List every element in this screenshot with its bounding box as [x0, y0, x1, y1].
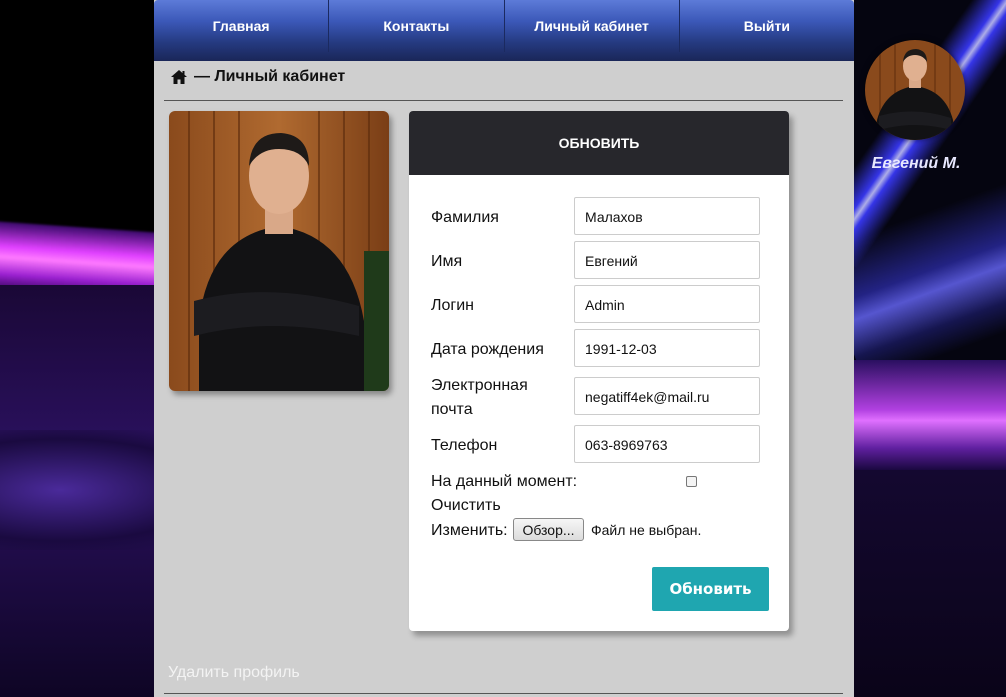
breadcrumb-label: — Личный кабинет [194, 68, 346, 85]
first-name-field[interactable]: Евгений [574, 241, 760, 279]
user-name[interactable]: Евгений М. [860, 155, 972, 173]
birth-date-label: Дата рождения [431, 341, 544, 358]
login-field[interactable]: Admin [574, 285, 760, 323]
profile-photo [169, 111, 389, 391]
last-name-field[interactable]: Малахов [574, 197, 760, 235]
breadcrumb: — Личный кабинет [170, 68, 345, 86]
login-label: Логин [431, 297, 475, 314]
clear-label: Очистить [431, 497, 501, 514]
main-panel: Главная Контакты Личный кабинет Выйти — … [154, 0, 854, 697]
card-title: ОБНОВИТЬ [409, 111, 789, 175]
last-name-label: Фамилия [431, 209, 499, 226]
first-name-label: Имя [431, 253, 463, 270]
email-field[interactable]: negatiff4ek@mail.ru [574, 377, 760, 415]
divider [164, 100, 843, 101]
browse-button[interactable]: Обзор... [513, 518, 584, 541]
home-icon[interactable] [170, 69, 188, 85]
phone-label: Телефон [431, 437, 498, 454]
email-label: Электронная почта [431, 377, 528, 418]
delete-profile-link[interactable]: Удалить профиль [168, 664, 300, 682]
file-status: Файл не выбран. [591, 522, 702, 538]
update-button[interactable]: Обновить [652, 567, 769, 611]
phone-field[interactable]: 063-8969763 [574, 425, 760, 463]
clear-checkbox[interactable] [686, 476, 697, 487]
nav-item-account[interactable]: Личный кабинет [505, 0, 680, 52]
nav-item-contacts[interactable]: Контакты [329, 0, 505, 52]
side-user [865, 40, 965, 140]
update-card: ОБНОВИТЬ Фамилия Малахов Имя Евгений Лог… [409, 111, 789, 631]
avatar[interactable] [865, 40, 965, 140]
bottom-divider [164, 693, 843, 694]
background-left [0, 0, 154, 697]
change-label: Изменить: [431, 522, 508, 539]
nav-item-logout[interactable]: Выйти [680, 0, 854, 52]
current-photo-label: На данный момент: [431, 473, 578, 490]
nav-item-home[interactable]: Главная [154, 0, 330, 52]
birth-date-field[interactable]: 1991-12-03 [574, 329, 760, 367]
top-nav: Главная Контакты Личный кабинет Выйти [154, 0, 854, 61]
